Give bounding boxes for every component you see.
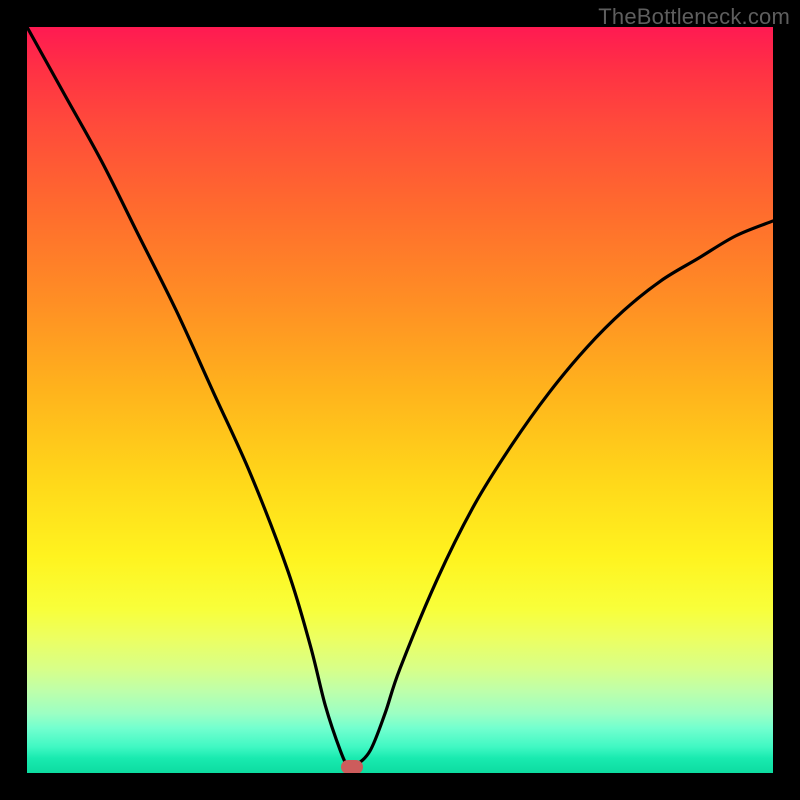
outer-frame: TheBottleneck.com <box>0 0 800 800</box>
plot-area <box>27 27 773 773</box>
optimal-point-marker <box>341 760 363 773</box>
bottleneck-curve <box>27 27 773 773</box>
